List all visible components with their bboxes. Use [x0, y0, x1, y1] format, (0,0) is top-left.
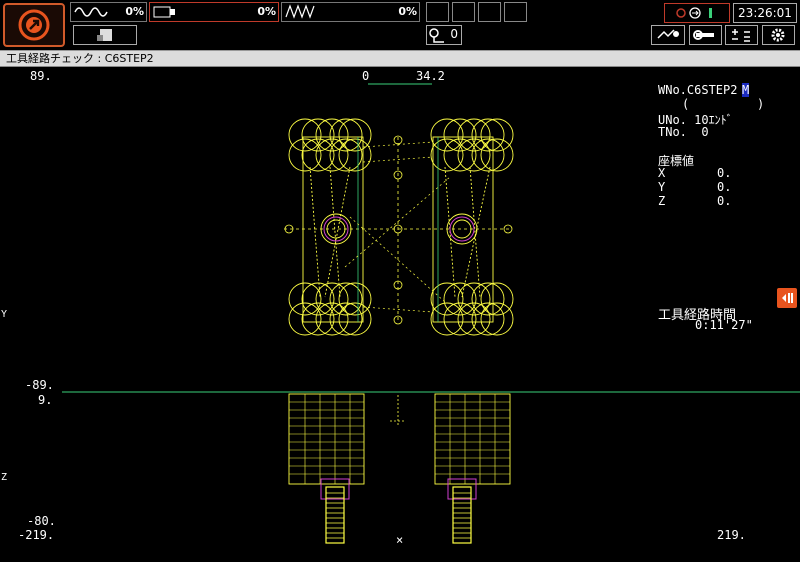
tool-button[interactable] — [689, 25, 722, 45]
tool-path-graph[interactable]: 89. 0 34.2 Y -89. 9. Z -80. -219. 219. ×… — [0, 67, 800, 562]
calculator-icon — [732, 29, 750, 42]
expand-panel-icon — [782, 293, 793, 303]
top-toolbar: 0% 0% 0% 23:26:01 0 — [0, 0, 800, 50]
load-meter-1: 0% — [70, 2, 147, 22]
status-indicator[interactable] — [664, 3, 730, 23]
y-max-label: 89. — [30, 69, 52, 83]
x-min-label: -219. — [18, 528, 55, 542]
coord-x-label: X — [658, 166, 666, 180]
scale-start-label: 0 — [362, 69, 370, 83]
coord-z-value: 0. — [717, 194, 732, 208]
counter-value: 0 — [450, 27, 458, 41]
load-meter-2: 0% — [149, 2, 279, 22]
status-icon — [676, 7, 712, 19]
z-axis-label: Z — [1, 472, 8, 483]
meter-3-percent: 0% — [398, 5, 417, 18]
sine-wave-icon — [74, 7, 108, 17]
y-min-label: -89. — [25, 378, 54, 392]
spindle-icon — [153, 6, 175, 18]
indicator-4 — [504, 2, 527, 22]
meter-1-percent: 0% — [125, 5, 144, 18]
paren-open: ( — [682, 97, 690, 111]
indicator-2 — [452, 2, 475, 22]
settings-button[interactable] — [762, 25, 795, 45]
key-counter[interactable]: 0 — [426, 25, 462, 45]
indicator-3 — [478, 2, 501, 22]
paper-button[interactable] — [73, 25, 137, 45]
paren-close: ) — [757, 97, 765, 111]
y-axis-label: Y — [1, 309, 8, 320]
load-meter-3: 0% — [281, 2, 420, 22]
z-min-label: -80. — [27, 514, 56, 528]
work-number-label: WNo.C6STEP2 — [658, 83, 738, 97]
navigation-button[interactable] — [651, 25, 685, 45]
program-start-icon[interactable] — [3, 3, 65, 47]
screen-title: 工具経路チェック : C6STEP2 — [6, 52, 154, 65]
origin-marker: × — [396, 533, 404, 547]
clock: 23:26:01 — [733, 3, 797, 23]
wrench-icon — [693, 30, 714, 40]
work-number-cursor: M — [742, 83, 750, 97]
coord-y-label: Y — [658, 180, 666, 194]
calculator-button[interactable] — [725, 25, 758, 45]
coord-x-value: 0. — [717, 166, 732, 180]
zigzag-icon — [285, 4, 315, 19]
key-icon — [429, 28, 444, 43]
scale-end-label: 34.2 — [416, 69, 445, 83]
indicator-1 — [426, 2, 449, 22]
coord-y-value: 0. — [717, 180, 732, 194]
side-panel-toggle[interactable] — [777, 288, 797, 308]
screen-title-bar: 工具経路チェック : C6STEP2 — [0, 50, 800, 67]
gear-icon — [771, 28, 785, 42]
z-max-label: 9. — [38, 393, 53, 407]
path-time-value: 0:11'27" — [695, 318, 753, 332]
coord-z-label: Z — [658, 194, 666, 208]
meter-2-percent: 0% — [257, 5, 276, 18]
tool-number: TNo. 0 — [658, 125, 709, 139]
x-max-label: 219. — [717, 528, 746, 542]
navigation-icon — [657, 29, 679, 39]
paper-icon — [97, 29, 112, 41]
